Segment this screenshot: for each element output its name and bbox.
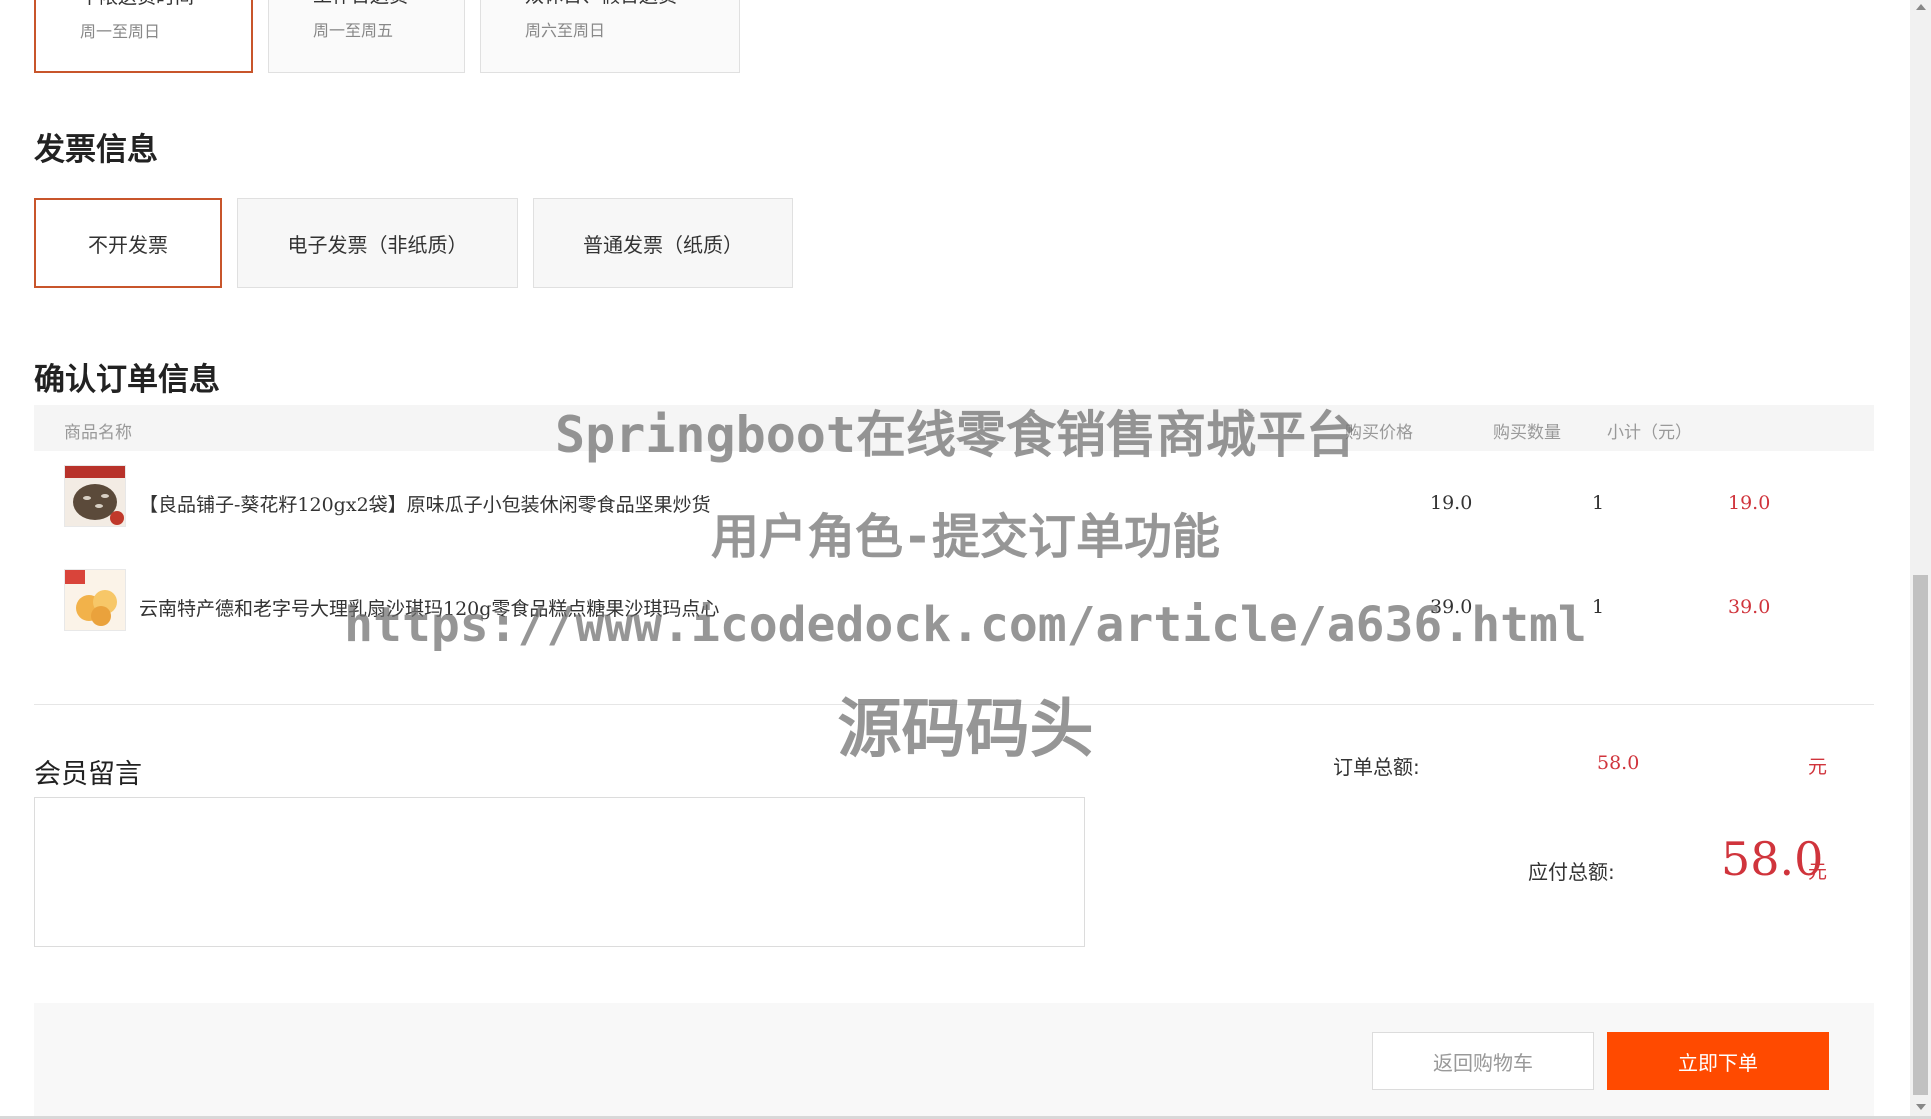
delivery-option-subtitle: 周一至周日 [80, 22, 161, 41]
order-section-title: 确认订单信息 [34, 362, 220, 398]
sunflower-seeds-thumbnail[interactable] [64, 465, 126, 527]
product-image-icon [65, 466, 125, 526]
action-bar [34, 1003, 1874, 1119]
sachima-thumbnail[interactable] [64, 569, 126, 631]
payable-total-label: 应付总额: [1528, 860, 1615, 884]
place-order-button[interactable]: 立即下单 [1607, 1032, 1829, 1090]
product-image-icon [65, 570, 125, 630]
product-subtotal: 39.0 [1728, 596, 1771, 618]
vertical-scrollbar[interactable] [1910, 0, 1931, 1119]
invoice-section-title: 发票信息 [34, 132, 158, 168]
product-name[interactable]: 云南特产德和老字号大理乳扇沙琪玛120g零食品糕点糖果沙琪玛点心 [139, 594, 719, 621]
payable-total-unit: 元 [1808, 861, 1828, 883]
column-header-subtotal: 小计（元） [1607, 423, 1692, 443]
order-total-label: 订单总额: [1333, 755, 1420, 779]
scroll-up-arrow-icon[interactable] [1916, 4, 1926, 10]
delivery-option-subtitle: 周一至周五 [313, 21, 394, 40]
delivery-option-title: 不限送货时间 [80, 0, 194, 9]
order-total-value: 58.0 [1597, 752, 1640, 774]
column-header-qty: 购买数量 [1493, 423, 1561, 443]
watermark-brand: 源码码头 [837, 693, 1094, 767]
product-qty: 1 [1592, 492, 1605, 514]
column-header-price: 购买价格 [1345, 423, 1413, 443]
invoice-option-paper[interactable]: 普通发票（纸质） [533, 198, 793, 288]
delivery-option-title: 工作日送货 [313, 0, 408, 8]
scroll-down-arrow-icon[interactable] [1916, 1104, 1926, 1110]
column-header-name: 商品名称 [64, 423, 132, 443]
product-qty: 1 [1592, 596, 1605, 618]
delivery-option-title: 双休日、假日送货 [525, 0, 677, 8]
invoice-option-electronic[interactable]: 电子发票（非纸质） [237, 198, 518, 288]
member-message-label: 会员留言 [34, 759, 142, 790]
delivery-option-workday[interactable]: 工作日送货 周一至周五 [268, 0, 465, 73]
back-to-cart-button[interactable]: 返回购物车 [1372, 1032, 1594, 1090]
order-total-unit: 元 [1808, 756, 1828, 778]
scrollbar-thumb[interactable] [1913, 575, 1928, 1095]
product-name[interactable]: 【良品铺子-葵花籽120gx2袋】原味瓜子小包装休闲零食品坚果炒货 [139, 490, 711, 517]
product-subtotal: 19.0 [1728, 492, 1771, 514]
order-confirm-page: 不限送货时间 周一至周日 工作日送货 周一至周五 双休日、假日送货 周六至周日 … [0, 0, 1910, 1119]
member-message-input[interactable] [34, 797, 1085, 947]
order-table-header: 商品名称 购买价格 购买数量 小计（元） [34, 405, 1874, 451]
section-divider [34, 704, 1874, 705]
delivery-option-weekend[interactable]: 双休日、假日送货 周六至周日 [480, 0, 740, 73]
invoice-option-none[interactable]: 不开发票 [34, 198, 222, 288]
delivery-option-subtitle: 周六至周日 [525, 21, 606, 40]
product-price: 19.0 [1430, 492, 1473, 514]
delivery-option-any-time[interactable]: 不限送货时间 周一至周日 [34, 0, 253, 73]
product-price: 39.0 [1430, 596, 1473, 618]
